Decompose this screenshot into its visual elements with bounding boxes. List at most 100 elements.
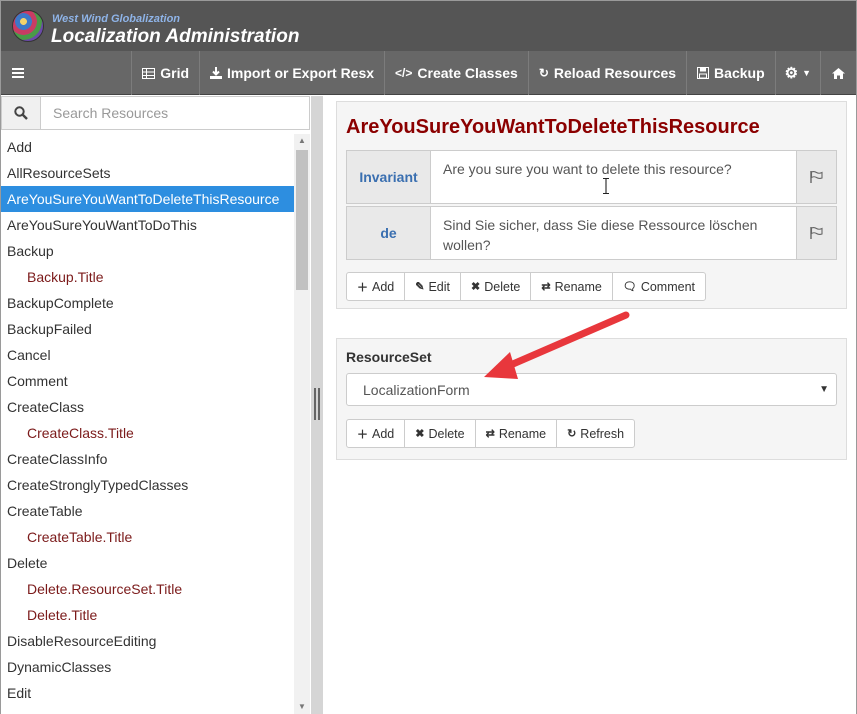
resource-list-item[interactable]: Backup [1, 238, 294, 264]
edit-icon: ✎ [415, 281, 425, 293]
pane-splitter[interactable] [311, 96, 323, 714]
import-export-label: Import or Export Resx [227, 65, 375, 81]
translation-textarea[interactable] [431, 206, 797, 260]
resource-list-item[interactable]: CreateClass [1, 394, 294, 420]
text-cursor-icon [603, 178, 609, 194]
comment-icon: 🗨 [622, 281, 637, 293]
exchange-icon: ⇄ [485, 428, 495, 440]
rename-label: Rename [498, 426, 547, 441]
resource-panel: AreYouSureYouWantToDeleteThisResource In… [336, 101, 847, 309]
resource-list-item[interactable]: BackupFailed [1, 316, 294, 342]
edit-resource-button[interactable]: ✎ Edit [404, 272, 462, 301]
resource-list-item[interactable]: CreateClass.Title [1, 420, 294, 446]
resource-list-item[interactable]: Backup.Title [1, 264, 294, 290]
comment-label: Comment [640, 279, 695, 294]
caret-down-icon: ▼ [819, 384, 829, 395]
create-classes-label: Create Classes [417, 65, 518, 81]
flag-icon [810, 171, 823, 183]
resource-actions: ＋ Add ✎ Edit ✖ Delete ⇄ Rename 🗨 Comment [346, 272, 706, 301]
refresh-icon: ↻ [538, 66, 549, 80]
resource-list-item[interactable]: DynamicClasses [1, 654, 294, 680]
backup-label: Backup [714, 65, 765, 81]
sidebar-scrollbar[interactable]: ▲ ▼ [294, 134, 310, 714]
scroll-down-icon[interactable]: ▼ [294, 700, 310, 714]
comment-resource-button[interactable]: 🗨 Comment [611, 272, 706, 301]
resource-list: Add AllResourceSets AreYouSureYouWantToDel… [1, 134, 294, 714]
language-label: Invariant [346, 150, 431, 204]
delete-resourceset-button[interactable]: ✖ Delete [404, 419, 476, 448]
resource-list-item[interactable]: AreYouSureYouWantToDeleteThisResource [1, 186, 294, 212]
flag-icon [810, 227, 823, 239]
resource-list-item[interactable]: Add [1, 134, 294, 160]
resource-list-item[interactable]: CreateClassInfo [1, 446, 294, 472]
refresh-resourceset-button[interactable]: ↻ Refresh [556, 419, 636, 448]
search-button[interactable] [2, 97, 41, 129]
scroll-up-icon[interactable]: ▲ [294, 134, 310, 148]
globe-logo-icon [12, 10, 44, 42]
caret-down-icon: ▼ [802, 68, 811, 78]
resourceset-selected-value: LocalizationForm [363, 381, 470, 398]
grid-button[interactable]: Grid [131, 51, 199, 95]
home-icon [832, 67, 845, 79]
home-button[interactable] [820, 51, 856, 95]
resource-list-item[interactable]: Edit [1, 680, 294, 706]
resource-list-item[interactable]: DisableResourceEditing [1, 628, 294, 654]
hamburger-menu-button[interactable] [1, 51, 35, 95]
app-header: West Wind Globalization Localization Adm… [1, 1, 856, 51]
rename-label: Rename [554, 279, 602, 294]
delete-label: Delete [484, 279, 521, 294]
delete-label: Delete [428, 426, 465, 441]
translation-textarea[interactable] [431, 150, 797, 204]
resource-title: AreYouSureYouWantToDeleteThisResource [346, 116, 760, 138]
resource-list-item[interactable]: Delete.Title [1, 602, 294, 628]
rename-resource-button[interactable]: ⇄ Rename [530, 272, 613, 301]
reload-resources-label: Reload Resources [553, 65, 677, 81]
toolbar: Grid Import or Export Resx </> Create Cl… [1, 51, 856, 95]
settings-dropdown-button[interactable]: ⚙ ▼ [774, 51, 820, 95]
resourceset-panel: ResourceSet LocalizationForm ▼ ＋ Add ✖ Del… [336, 338, 847, 460]
hamburger-icon [12, 68, 24, 78]
resource-list-item[interactable]: CreateTable.Title [1, 524, 294, 550]
resource-list-item[interactable]: AreYouSureYouWantToDoThis [1, 212, 294, 238]
create-classes-button[interactable]: </> Create Classes [384, 51, 528, 95]
language-label: de [346, 206, 431, 260]
add-resourceset-button[interactable]: ＋ Add [346, 419, 406, 448]
resource-list-item[interactable]: Delete [1, 550, 294, 576]
resource-list-item[interactable]: Comment [1, 368, 294, 394]
reload-resources-button[interactable]: ↻ Reload Resources [527, 51, 686, 95]
refresh-icon: ↻ [567, 428, 577, 440]
resource-list-item[interactable]: Cancel [1, 342, 294, 368]
gear-icon: ⚙ [784, 65, 799, 82]
backup-button[interactable]: Backup [686, 51, 775, 95]
flag-button[interactable] [797, 150, 837, 204]
flag-button[interactable] [797, 206, 837, 260]
search-icon [14, 106, 28, 120]
resource-list-item[interactable]: AllResourceSets [1, 160, 294, 186]
splitter-grip-icon[interactable] [314, 388, 320, 420]
import-export-button[interactable]: Import or Export Resx [199, 51, 384, 95]
translation-row-invariant: Invariant [346, 150, 837, 204]
resource-list-item[interactable]: BackupComplete [1, 290, 294, 316]
download-icon [210, 67, 223, 79]
translation-row-de: de [346, 206, 837, 260]
exchange-icon: ⇄ [541, 281, 551, 293]
add-resource-button[interactable]: ＋ Add [346, 272, 406, 301]
grid-label: Grid [160, 65, 190, 81]
resource-list-item[interactable]: CreateStronglyTypedClasses [1, 472, 294, 498]
save-icon [697, 67, 710, 79]
delete-resource-button[interactable]: ✖ Delete [460, 272, 532, 301]
code-icon: </> [395, 66, 413, 80]
resource-sidebar: AddAllResourceSetsAreYouSureYouWantToDel… [1, 96, 311, 714]
resourceset-label: ResourceSet [346, 349, 432, 365]
table-icon [142, 67, 156, 79]
add-label: Add [372, 279, 395, 294]
plus-icon: ＋ [357, 428, 368, 441]
resource-list-item[interactable]: CreateTable [1, 498, 294, 524]
resourceset-select[interactable]: LocalizationForm ▼ [346, 373, 837, 406]
close-icon: ✖ [471, 281, 481, 293]
search-input[interactable] [41, 97, 309, 129]
close-icon: ✖ [415, 428, 425, 440]
scroll-thumb[interactable] [296, 150, 308, 290]
resource-list-item[interactable]: Delete.ResourceSet.Title [1, 576, 294, 602]
rename-resourceset-button[interactable]: ⇄ Rename [474, 419, 558, 448]
